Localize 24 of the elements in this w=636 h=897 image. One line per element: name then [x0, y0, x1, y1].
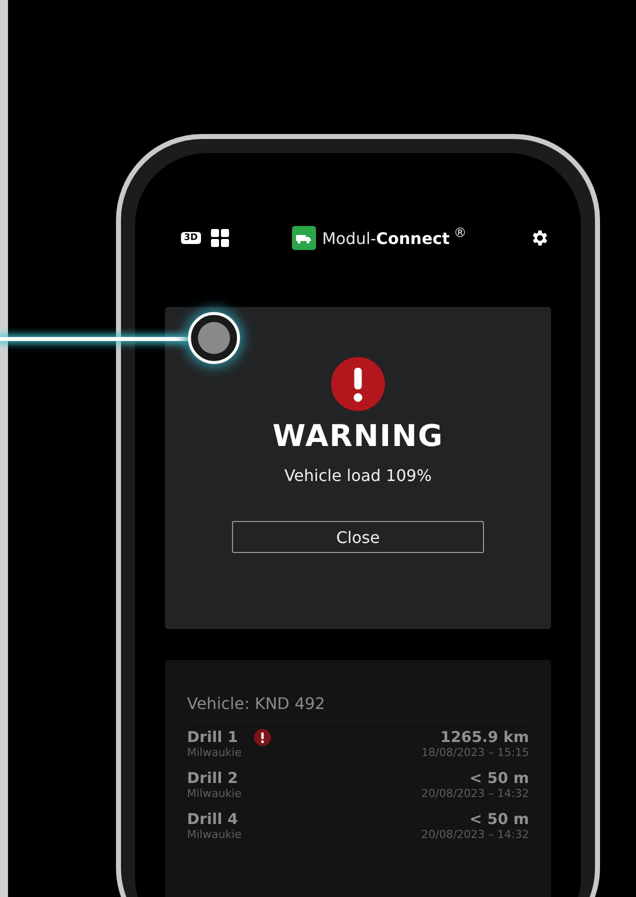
registered-mark: ® — [454, 226, 467, 241]
brand-name: Modul-Connect — [322, 228, 450, 248]
close-button[interactable]: Close — [232, 521, 484, 553]
3d-view-toggle[interactable]: 3D — [181, 232, 201, 244]
warning-title: WARNING — [272, 419, 444, 454]
alert-icon — [331, 357, 385, 411]
tool-distance: < 50 m — [469, 810, 529, 828]
tool-location: Milwaukie — [187, 828, 242, 841]
van-logo-icon — [292, 226, 316, 250]
warning-message: Vehicle load 109% — [284, 466, 432, 485]
tool-location: Milwaukie — [187, 787, 242, 800]
tool-timestamp: 20/08/2023 – 14:32 — [421, 828, 529, 841]
tool-location: Milwaukie — [187, 746, 243, 759]
vehicle-label: Vehicle: KND 492 — [187, 694, 529, 722]
tool-timestamp: 18/08/2023 – 15:15 — [421, 746, 529, 759]
tool-distance: 1265.9 km — [440, 728, 529, 746]
alert-icon — [254, 728, 271, 746]
tool-name: Drill 4 — [187, 810, 238, 828]
tool-name: Drill 2 — [187, 769, 238, 787]
grid-icon[interactable] — [210, 229, 229, 247]
settings-icon[interactable] — [530, 228, 550, 248]
tool-timestamp: 20/08/2023 – 14:32 — [421, 787, 529, 800]
tool-distance: < 50 m — [469, 769, 529, 787]
tool-name: Drill 1 — [187, 728, 238, 746]
